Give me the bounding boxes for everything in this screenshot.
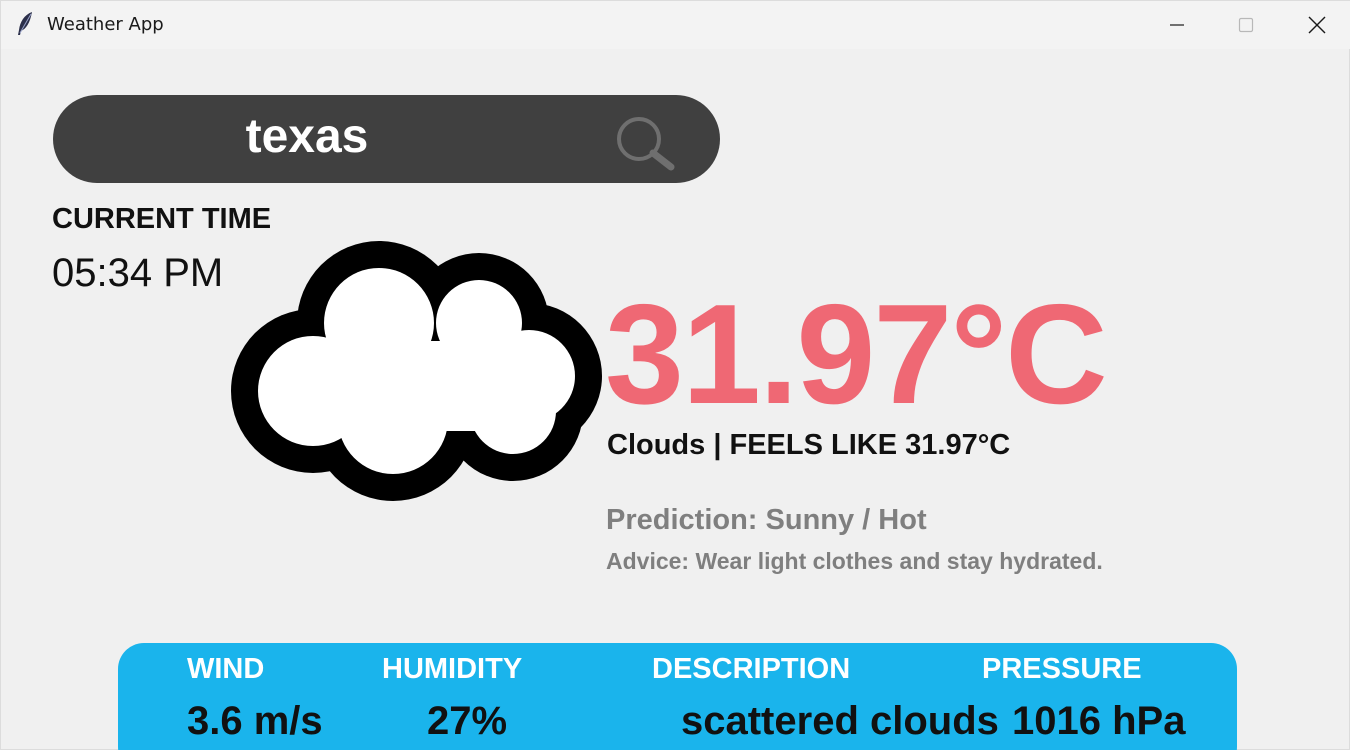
cloud-icon bbox=[231, 241, 602, 501]
feather-icon bbox=[18, 12, 32, 35]
window-title: Weather App bbox=[47, 14, 164, 35]
current-time-label: CURRENT TIME bbox=[52, 203, 272, 235]
minimize-icon bbox=[1170, 24, 1184, 26]
search-input[interactable]: texas bbox=[53, 109, 561, 164]
pressure-label: PRESSURE bbox=[982, 653, 1142, 685]
humidity-label: HUMIDITY bbox=[382, 653, 523, 685]
close-icon bbox=[1308, 16, 1326, 34]
description-value: scattered clouds bbox=[681, 699, 999, 743]
current-time-value: 05:34 PM bbox=[52, 251, 224, 295]
condition-feels-like: Clouds | FEELS LIKE 31.97°C bbox=[607, 429, 1011, 461]
temperature-value: 31.97°C bbox=[605, 275, 1108, 434]
app-window: Weather App texas CURRENT TIME 05:34 PM bbox=[0, 0, 1350, 750]
wind-value: 3.6 m/s bbox=[187, 699, 323, 743]
pressure-value: 1016 hPa bbox=[1012, 699, 1186, 743]
description-label: DESCRIPTION bbox=[652, 653, 851, 685]
title-bar[interactable]: Weather App bbox=[1, 1, 1350, 49]
maximize-icon bbox=[1238, 17, 1254, 33]
close-button[interactable] bbox=[1282, 1, 1350, 49]
search-icon[interactable] bbox=[613, 115, 675, 171]
minimize-button[interactable] bbox=[1142, 1, 1212, 49]
advice-text: Advice: Wear light clothes and stay hydr… bbox=[606, 548, 1103, 574]
wind-label: WIND bbox=[187, 653, 265, 685]
maximize-button[interactable] bbox=[1211, 1, 1281, 49]
prediction-text: Prediction: Sunny / Hot bbox=[606, 504, 927, 536]
humidity-value: 27% bbox=[427, 699, 508, 743]
